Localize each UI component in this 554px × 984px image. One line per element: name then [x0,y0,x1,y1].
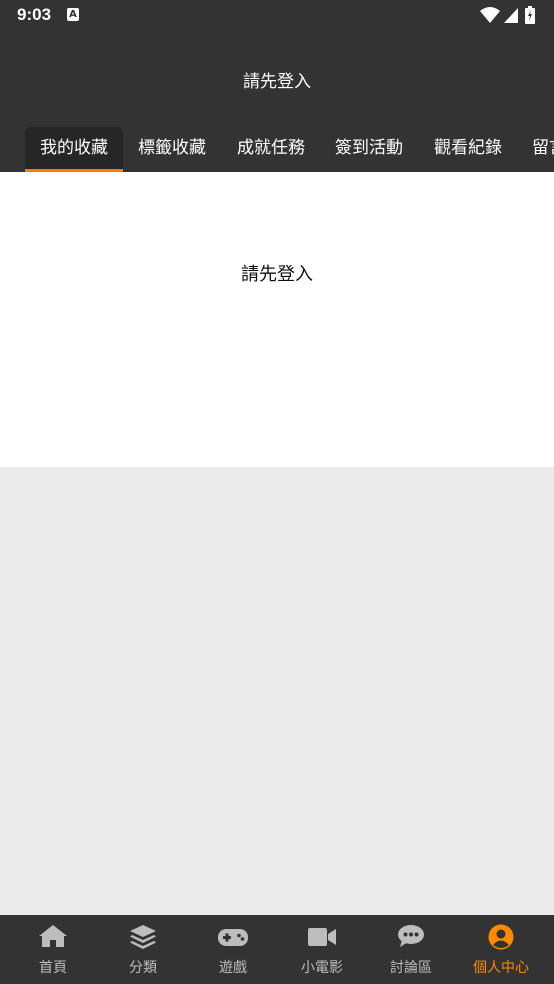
nav-label: 小電影 [301,960,343,976]
notification-a-icon: A [67,8,79,21]
content-panel: 請先登入 [0,172,554,467]
tab-tag-favorites[interactable]: 標籤收藏 [128,127,216,172]
video-icon [308,928,336,946]
tab-label: 成就任務 [237,138,305,158]
tab-label: 觀看紀錄 [434,138,502,158]
home-icon [39,925,67,947]
tab-label: 留言 [532,138,554,158]
gamepad-icon [218,929,248,946]
chat-icon [398,925,424,947]
nav-categories[interactable]: 分類 [98,915,188,984]
tab-label: 簽到活動 [335,138,403,158]
tab-label: 我的收藏 [40,138,108,158]
nav-label: 討論區 [390,960,432,976]
nav-label: 分類 [129,960,157,976]
tab-achievements[interactable]: 成就任務 [227,127,315,172]
nav-games[interactable]: 遊戲 [188,915,278,984]
nav-label: 遊戲 [219,960,247,976]
wifi-icon [480,7,500,23]
nav-label: 首頁 [39,960,67,976]
bottom-nav: 首頁 分類 遊戲 小電影 討論區 個人中心 [0,915,554,984]
nav-label: 個人中心 [473,960,529,976]
status-icons [480,6,538,24]
tab-label: 標籤收藏 [138,138,206,158]
nav-home[interactable]: 首頁 [8,915,98,984]
layers-icon [130,925,156,949]
app-header: 請先登入 我的收藏 標籤收藏 成就任務 簽到活動 觀看紀錄 留言 [0,30,554,172]
login-prompt[interactable]: 請先登入 [0,260,554,286]
signal-icon [504,8,518,23]
tab-my-favorites[interactable]: 我的收藏 [25,127,123,172]
tab-watch-history[interactable]: 觀看紀錄 [424,127,512,172]
nav-forum[interactable]: 討論區 [366,915,456,984]
battery-icon [525,6,535,24]
status-bar: 9:03 A [0,0,554,30]
tab-bar: 我的收藏 標籤收藏 成就任務 簽到活動 觀看紀錄 留言 [0,127,554,172]
page-title: 請先登入 [243,72,311,92]
tab-check-in[interactable]: 簽到活動 [325,127,413,172]
user-circle-icon [488,924,514,950]
tab-comments[interactable]: 留言 [532,127,554,172]
status-time: 9:03 [17,5,52,24]
nav-videos[interactable]: 小電影 [277,915,367,984]
nav-profile[interactable]: 個人中心 [456,915,546,984]
